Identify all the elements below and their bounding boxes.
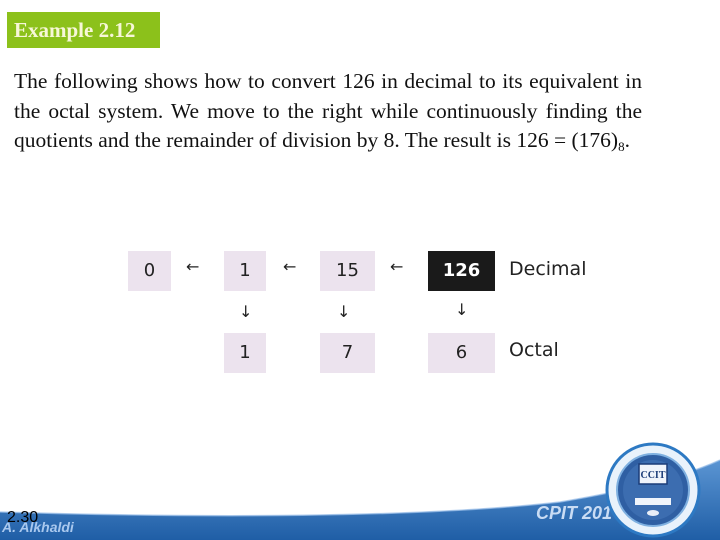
left-arrow-icon: ← — [283, 257, 297, 276]
left-arrow-icon: ← — [186, 257, 200, 276]
slide-title: Example 2.12 — [7, 12, 160, 48]
decimal-box-quotient-0: 0 — [128, 251, 171, 291]
decimal-box-quotient-1: 1 — [224, 251, 266, 291]
left-arrow-icon: ← — [390, 257, 404, 276]
down-arrow-icon: ↓ — [337, 302, 351, 321]
decimal-box-input-126: 126 — [428, 251, 495, 291]
slide-paragraph: The following shows how to convert 126 i… — [14, 67, 642, 156]
down-arrow-icon: ↓ — [455, 300, 469, 319]
paragraph-text: The following shows how to convert 126 i… — [14, 69, 642, 152]
course-code: CPIT 201 — [536, 503, 613, 523]
octal-digit-box: 1 — [224, 333, 266, 373]
logo-text: CCIT — [640, 470, 665, 481]
octal-label: Octal — [509, 339, 559, 361]
university-logo-icon: CCIT — [605, 442, 701, 538]
octal-digit-box: 6 — [428, 333, 495, 373]
down-arrow-icon: ↓ — [239, 302, 253, 321]
decimal-box-quotient-15: 15 — [320, 251, 375, 291]
decimal-label: Decimal — [509, 258, 587, 280]
paragraph-end: . — [624, 128, 630, 152]
author-name: A. Alkhaldi — [2, 519, 74, 535]
octal-digit-box: 7 — [320, 333, 375, 373]
